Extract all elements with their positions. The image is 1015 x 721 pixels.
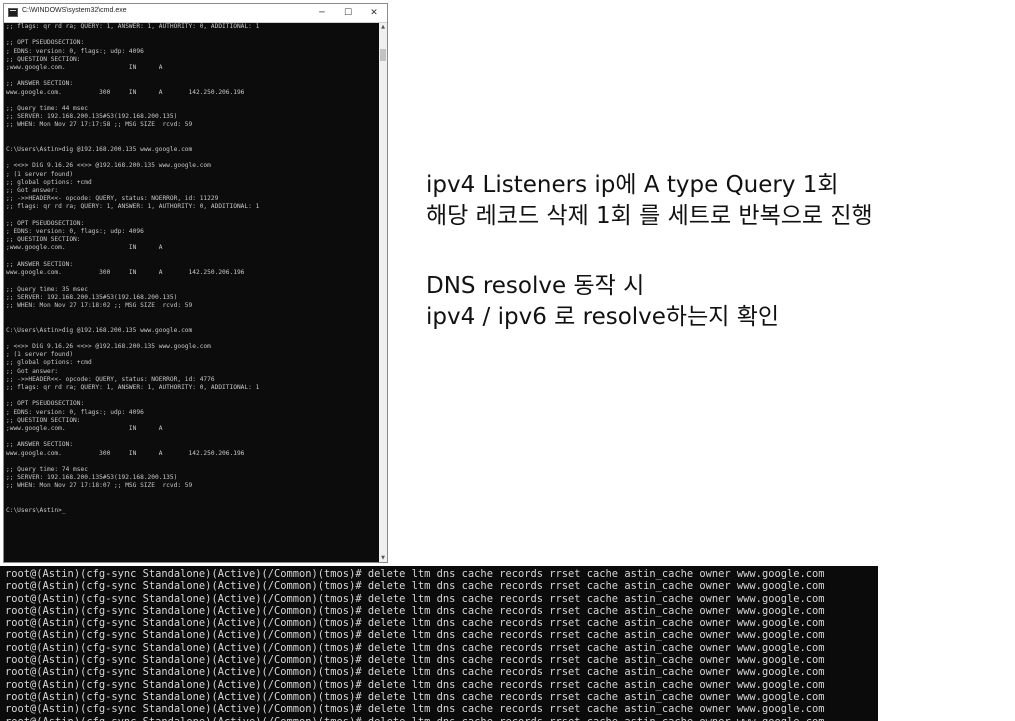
console-line: C:\Users\Astin>dig @192.168.200.135 www.… [6, 326, 193, 334]
console-line: ;; QUESTION SECTION: [6, 236, 81, 244]
terminal-line: root@(Astin)(cfg-sync Standalone)(Active… [5, 568, 825, 580]
terminal-line: root@(Astin)(cfg-sync Standalone)(Active… [5, 580, 825, 593]
console-line: ;; WHEN: Mon Nov 27 17:17:58 ;; MSG SIZE… [6, 121, 193, 129]
console-line: ;; Got answer: [6, 187, 59, 195]
console-line: ;www.google.com. IN A [6, 64, 163, 72]
console-line: ;; global options: +cmd [6, 359, 92, 367]
console-line: ; <<>> DiG 9.16.26 <<>> @192.168.200.135… [6, 162, 211, 170]
console-line: ; EDNS: version: 0, flags:; udp: 4096 [6, 228, 144, 236]
cmd-app-icon [8, 8, 18, 17]
terminal-line: root@(Astin)(cfg-sync Standalone)(Active… [5, 666, 825, 679]
console-line: C:\Users\Astin>dig @192.168.200.135 www.… [6, 146, 193, 154]
notes: ipv4 Listeners ip에 A type Query 1회 해당 레코… [426, 170, 873, 333]
minimize-button[interactable]: ─ [309, 4, 335, 22]
console-line: www.google.com. 300 IN A 142.250.206.196 [6, 88, 245, 96]
terminal-line: root@(Astin)(cfg-sync Standalone)(Active… [5, 617, 825, 630]
console-line: ;; global options: +cmd [6, 178, 92, 186]
console-line: ;; OPT PSEUDOSECTION: [6, 400, 85, 408]
scroll-down-arrow-icon[interactable]: ▼ [379, 554, 387, 562]
console-line: ;; flags: qr rd ra; QUERY: 1, ANSWER: 1,… [6, 203, 260, 211]
terminal-line: root@(Astin)(cfg-sync Standalone)(Active… [5, 641, 825, 654]
terminal-line: root@(Astin)(cfg-sync Standalone)(Active… [5, 592, 825, 605]
terminal-line: root@(Astin)(cfg-sync Standalone)(Active… [5, 690, 825, 703]
console-line: ;; flags: qr rd ra; QUERY: 1, ANSWER: 1,… [6, 23, 260, 30]
console-line: ;; QUESTION SECTION: [6, 55, 81, 63]
cmd-titlebar[interactable]: C:\WINDOWS\system32\cmd.exe ─ ☐ ✕ [4, 4, 387, 23]
note-line: ipv4 / ipv6 로 resolve하는지 확인 [426, 304, 780, 330]
terminal-line: root@(Astin)(cfg-sync Standalone)(Active… [5, 654, 825, 667]
note-line: 해당 레코드 삭제 1회 를 세트로 반복으로 진행 [426, 203, 873, 229]
console-line: ;; Query time: 44 msec [6, 105, 88, 113]
console-line: ;; Got answer: [6, 367, 59, 375]
console-line: ;www.google.com. IN A [6, 424, 163, 432]
console-line: ;; OPT PSEUDOSECTION: [6, 219, 85, 227]
scroll-thumb[interactable] [380, 49, 386, 61]
maximize-button[interactable]: ☐ [335, 4, 361, 22]
console-line: C:\Users\Astin> [6, 507, 378, 515]
console-line: www.google.com. 300 IN A 142.250.206.196 [6, 449, 245, 457]
console-line: ;; OPT PSEUDOSECTION: [6, 39, 85, 47]
terminal-line: root@(Astin)(cfg-sync Standalone)(Active… [5, 678, 825, 691]
console-line: ;; flags: qr rd ra; QUERY: 1, ANSWER: 1,… [6, 383, 260, 391]
tmos-terminal-output[interactable]: root@(Astin)(cfg-sync Standalone)(Active… [5, 568, 878, 721]
console-line: ; EDNS: version: 0, flags:; udp: 4096 [6, 408, 144, 416]
console-line: ;; ANSWER SECTION: [6, 80, 74, 88]
terminal-line: root@(Astin)(cfg-sync Standalone)(Active… [5, 716, 878, 721]
console-line: ; (1 server found) [6, 170, 74, 178]
terminal-line: root@(Astin)(cfg-sync Standalone)(Active… [5, 629, 825, 642]
tmos-terminal[interactable]: root@(Astin)(cfg-sync Standalone)(Active… [0, 566, 878, 721]
console-line: ;; ANSWER SECTION: [6, 260, 74, 268]
console-line: ;; Query time: 74 msec [6, 465, 88, 473]
terminal-line: root@(Astin)(cfg-sync Standalone)(Active… [5, 703, 825, 716]
note-line: ipv4 Listeners ip에 A type Query 1회 [426, 172, 839, 198]
note-line: DNS resolve 동작 시 [426, 273, 645, 299]
console-line: ;; SERVER: 192.168.200.135#53(192.168.20… [6, 113, 178, 121]
cmd-console-output[interactable]: ;; flags: qr rd ra; QUERY: 1, ANSWER: 1,… [6, 23, 378, 560]
terminal-line: root@(Astin)(cfg-sync Standalone)(Active… [5, 604, 825, 617]
console-line: ;; SERVER: 192.168.200.135#53(192.168.20… [6, 474, 178, 482]
console-line: ; <<>> DiG 9.16.26 <<>> @192.168.200.135… [6, 342, 211, 350]
close-button[interactable]: ✕ [361, 4, 387, 22]
cmd-window-title: C:\WINDOWS\system32\cmd.exe [22, 7, 127, 14]
cmd-window[interactable]: C:\WINDOWS\system32\cmd.exe ─ ☐ ✕ ;; fla… [3, 3, 388, 563]
scroll-up-arrow-icon[interactable]: ▲ [379, 23, 387, 31]
console-line: ;; WHEN: Mon Nov 27 17:18:07 ;; MSG SIZE… [6, 482, 193, 490]
console-line: ; EDNS: version: 0, flags:; udp: 4096 [6, 47, 144, 55]
console-line: ;; QUESTION SECTION: [6, 416, 81, 424]
console-line: ; (1 server found) [6, 351, 74, 359]
console-line: ;; WHEN: Mon Nov 27 17:18:02 ;; MSG SIZE… [6, 301, 193, 309]
console-line: www.google.com. 300 IN A 142.250.206.196 [6, 269, 245, 277]
console-line: ;www.google.com. IN A [6, 244, 163, 252]
cmd-scrollbar[interactable]: ▲ ▼ [379, 23, 387, 562]
console-line: ;; ->>HEADER<<- opcode: QUERY, status: N… [6, 375, 215, 383]
console-line: ;; ANSWER SECTION: [6, 441, 74, 449]
console-line: ;; Query time: 35 msec [6, 285, 88, 293]
console-line: ;; SERVER: 192.168.200.135#53(192.168.20… [6, 293, 178, 301]
console-line: ;; ->>HEADER<<- opcode: QUERY, status: N… [6, 195, 219, 203]
